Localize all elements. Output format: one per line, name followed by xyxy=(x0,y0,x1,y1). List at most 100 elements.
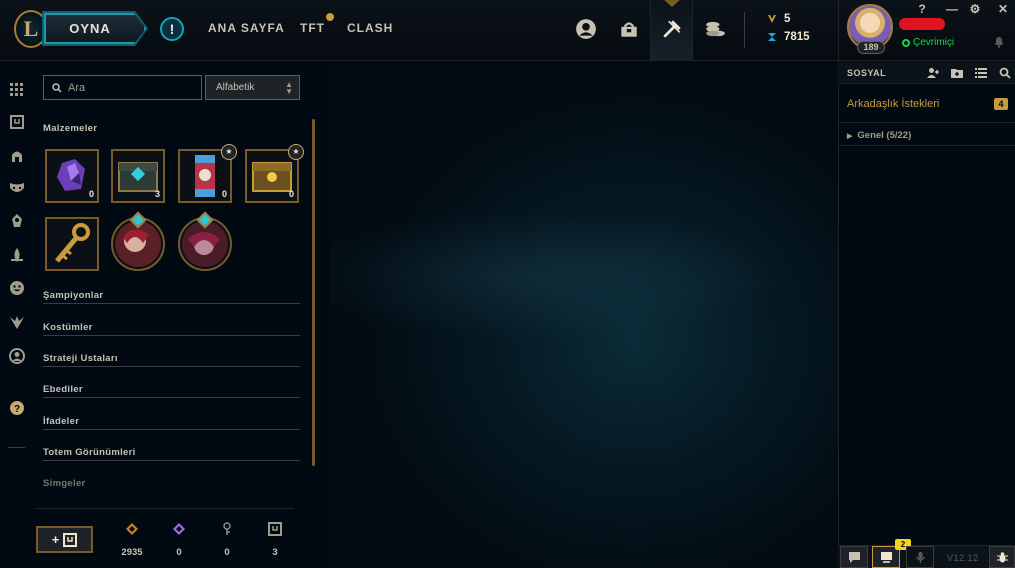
star-badge-icon: ★ xyxy=(288,144,304,160)
section-divider xyxy=(43,303,300,304)
be-amount: 5 xyxy=(784,13,791,25)
svg-text:?: ? xyxy=(14,404,20,415)
resource-value: 2935 xyxy=(121,547,143,558)
section-eternals[interactable]: Ebediler xyxy=(43,384,83,395)
add-friend-icon[interactable] xyxy=(926,66,940,80)
voice-button[interactable] xyxy=(906,546,934,568)
emote-token-icon xyxy=(268,522,282,536)
item-count: 0 xyxy=(288,189,294,199)
item-count: 3 xyxy=(154,189,160,199)
active-tab-caret xyxy=(664,0,680,7)
client-version: V12.12 xyxy=(947,553,979,563)
group-label: Genel (5/22) xyxy=(857,130,912,141)
section-champions[interactable]: Şampiyonlar xyxy=(43,290,103,301)
loot-help-icon[interactable]: ? xyxy=(8,399,26,417)
loot-search-input[interactable]: Ara xyxy=(43,75,202,100)
add-emote-button[interactable]: + xyxy=(36,526,93,553)
search-icon xyxy=(52,82,62,93)
rail-separator xyxy=(8,447,25,448)
chat-button[interactable] xyxy=(840,546,868,568)
champion-category-icon[interactable] xyxy=(8,147,26,165)
loot-tile-masterwork-chest[interactable]: 0 ★ xyxy=(245,144,304,203)
add-label: + xyxy=(51,532,60,547)
resource-mythic-essence: 0 xyxy=(164,522,194,560)
key-fragment-icon xyxy=(223,522,231,535)
section-materials: Malzemeler xyxy=(43,123,98,134)
eternals-category-icon[interactable] xyxy=(8,246,26,264)
resource-key-fragment: 0 xyxy=(212,522,242,560)
summoner-name-redacted xyxy=(899,18,945,30)
resource-value: 3 xyxy=(272,547,278,558)
bug-report-button[interactable] xyxy=(989,546,1015,568)
section-divider xyxy=(43,460,300,461)
section-skins[interactable]: Kostümler xyxy=(43,322,93,333)
blue-essence-display: 5 xyxy=(766,13,790,25)
expand-arrow-icon: ▶ xyxy=(847,133,853,140)
loot-tile-hextech-key[interactable] xyxy=(45,217,99,271)
background-art-glow xyxy=(330,200,838,350)
friend-search-icon[interactable] xyxy=(998,66,1012,80)
chest-icon xyxy=(63,532,78,547)
close-button[interactable]: ✕ xyxy=(995,2,1011,16)
loot-tile-hextech-chest[interactable]: 3 xyxy=(111,149,165,203)
bell-icon[interactable] xyxy=(993,36,1005,48)
loot-tile-skin-orb[interactable] xyxy=(111,211,165,271)
resource-blue-essence: 2935 xyxy=(117,522,147,560)
search-placeholder: Ara xyxy=(68,81,86,94)
ward-category-icon[interactable] xyxy=(8,313,26,331)
skin-category-icon[interactable] xyxy=(8,179,26,197)
loot-tile-event-capsule[interactable]: 0 ★ xyxy=(178,144,237,203)
section-icons[interactable]: Simgeler xyxy=(43,478,86,489)
emote-category-icon[interactable] xyxy=(8,279,26,297)
settings-button[interactable]: ⚙ xyxy=(967,2,983,16)
friend-group-general[interactable]: ▶ Genel (5/22) xyxy=(847,130,911,141)
section-divider xyxy=(43,397,300,398)
store-nav-icon[interactable] xyxy=(702,16,728,42)
item-count: 0 xyxy=(221,189,227,199)
status-indicator[interactable]: Çevrimiçi xyxy=(902,37,954,48)
section-divider xyxy=(43,335,300,336)
friend-requests[interactable]: Arkadaşlık İstekleri xyxy=(847,98,939,110)
section-divider xyxy=(43,366,300,367)
blue-essence-icon xyxy=(126,523,138,535)
icon-category-icon[interactable] xyxy=(8,347,26,365)
friend-list-icon[interactable] xyxy=(974,66,988,80)
alert-button[interactable]: ! xyxy=(160,17,184,41)
mythic-essence-icon xyxy=(173,523,185,535)
chest-category-icon[interactable] xyxy=(8,113,26,131)
play-button[interactable]: OYNA xyxy=(44,13,146,44)
nav-tft[interactable]: TFT xyxy=(300,21,325,35)
tft-notification-dot xyxy=(326,13,334,21)
section-divider xyxy=(43,429,300,430)
help-button[interactable]: ? xyxy=(914,2,930,16)
sort-value: Alfabetik xyxy=(216,82,255,93)
all-categories-icon[interactable] xyxy=(8,81,26,99)
nav-home[interactable]: ANA SAYFA xyxy=(208,21,285,35)
resource-value: 0 xyxy=(224,547,230,558)
rp-amount: 7815 xyxy=(784,31,810,43)
loot-footer-divider xyxy=(36,508,294,509)
add-folder-icon[interactable] xyxy=(950,66,964,80)
collection-nav-icon[interactable] xyxy=(616,16,642,42)
minimize-button[interactable]: — xyxy=(944,2,960,16)
friend-requests-badge: 4 xyxy=(994,98,1008,110)
loot-tile-gemstone[interactable]: 0 xyxy=(45,149,99,203)
tactician-category-icon[interactable] xyxy=(8,212,26,230)
summoner-level: 189 xyxy=(857,41,885,54)
loot-nav-icon[interactable] xyxy=(659,16,685,42)
nav-clash[interactable]: CLASH xyxy=(347,21,393,35)
social-divider xyxy=(838,122,1015,123)
social-divider xyxy=(838,145,1015,146)
item-count: 0 xyxy=(88,189,94,199)
profile-nav-icon[interactable] xyxy=(573,16,599,42)
status-label: Çevrimiçi xyxy=(913,37,955,48)
loot-scrollbar[interactable] xyxy=(312,119,315,466)
bug-icon xyxy=(996,551,1008,562)
chat-icon xyxy=(848,551,860,563)
sort-dropdown[interactable]: Alfabetik ▲ ▼ xyxy=(205,75,300,100)
section-tacticians[interactable]: Strateji Ustaları xyxy=(43,353,118,364)
section-emotes[interactable]: İfadeler xyxy=(43,416,79,427)
loot-tile-skin-orb[interactable] xyxy=(178,211,232,271)
section-ward-skins[interactable]: Totem Görünümleri xyxy=(43,447,136,458)
rp-currency-icon xyxy=(768,33,776,41)
